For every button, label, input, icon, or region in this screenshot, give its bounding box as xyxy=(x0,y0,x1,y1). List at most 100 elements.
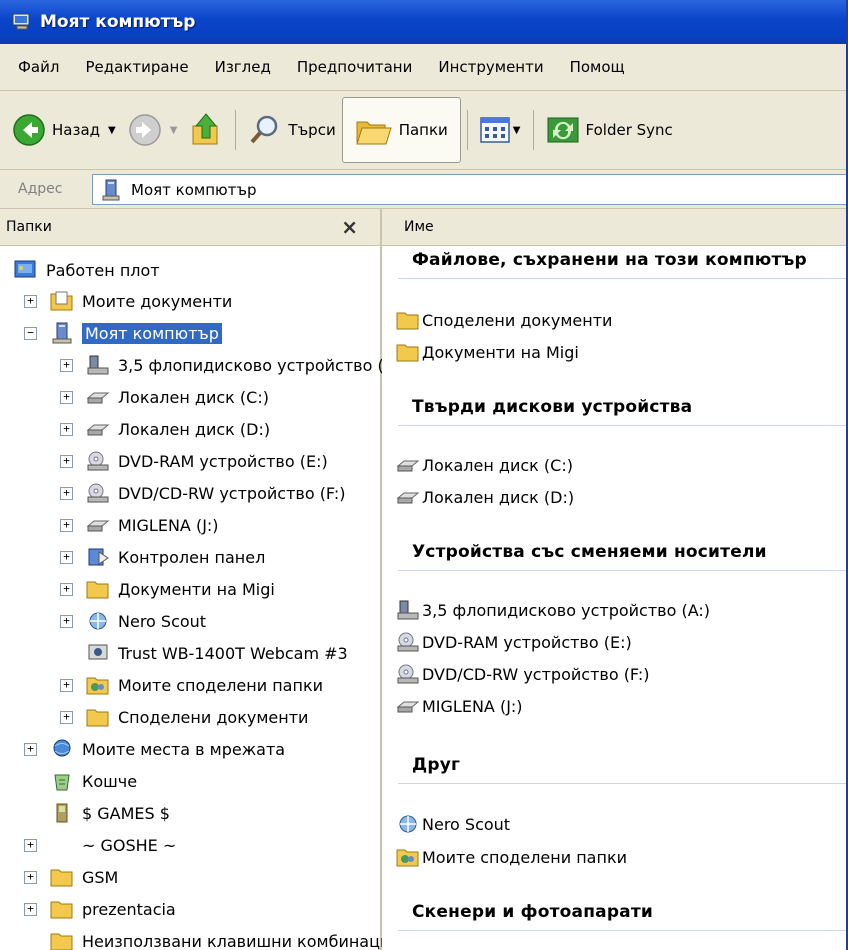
tree-item-network-places[interactable]: Моите места в мрежата xyxy=(50,734,285,764)
search-icon xyxy=(250,115,278,144)
search-button[interactable]: Търси xyxy=(242,102,341,158)
expand-toggle[interactable]: + xyxy=(60,519,73,532)
tree-item-dvd-ram[interactable]: DVD-RAM устройство (E:) xyxy=(86,446,328,476)
views-icon xyxy=(480,117,510,143)
nero-scout-icon xyxy=(399,815,417,833)
tree-item-migi-documents[interactable]: Документи на Migi xyxy=(86,574,275,604)
toolbar-separator xyxy=(466,110,468,150)
expand-toggle[interactable]: + xyxy=(60,583,73,596)
forward-button[interactable]: ▼ xyxy=(122,102,184,158)
expand-toggle[interactable]: + xyxy=(60,423,73,436)
list-item[interactable]: Документи на Migi xyxy=(396,337,579,367)
expand-toggle[interactable]: + xyxy=(24,903,37,916)
tree-item-floppy[interactable]: 3,5 флопидисково устройство (A:) xyxy=(86,350,406,380)
my-computer-icon xyxy=(52,322,72,344)
close-icon[interactable]: × xyxy=(341,215,358,239)
blank-icon xyxy=(50,834,74,856)
folder-icon xyxy=(50,869,73,887)
recycle-bin-icon xyxy=(54,774,70,791)
nero-scout-icon xyxy=(89,612,107,630)
tree-item-control-panel[interactable]: Контролен панел xyxy=(86,542,265,572)
menu-favorites[interactable]: Предпочитани xyxy=(284,52,425,82)
tree-item-my-computer[interactable]: Моят компютър xyxy=(50,318,222,348)
tree-item-unused-shortcuts[interactable]: Неизползвани клавишни комбинации xyxy=(50,926,401,950)
column-name[interactable]: Име xyxy=(404,219,434,235)
menu-file[interactable]: Файл xyxy=(0,52,72,82)
group-divider xyxy=(398,783,848,784)
tree-item-webcam[interactable]: Trust WB-1400T Webcam #3 xyxy=(86,638,348,668)
tree-item-local-disk-c[interactable]: Локален диск (C:) xyxy=(86,382,269,412)
folder-icon xyxy=(396,344,419,362)
network-places-icon xyxy=(53,739,71,757)
title-bar[interactable]: Моят компютър xyxy=(0,0,848,44)
group-header: Файлове, съхранени на този компютър xyxy=(382,247,848,281)
tree-item-shared-documents[interactable]: Споделени документи xyxy=(86,702,308,732)
expand-toggle[interactable]: + xyxy=(60,487,73,500)
expand-toggle[interactable]: + xyxy=(60,615,73,628)
hard-disk-icon xyxy=(396,460,420,472)
folder-sync-button[interactable]: Folder Sync xyxy=(540,102,679,158)
tree-item-prezentacia[interactable]: prezentacia xyxy=(50,894,176,924)
folder-icon xyxy=(86,709,109,727)
expand-toggle[interactable]: + xyxy=(24,743,37,756)
tree-item-gsm[interactable]: GSM xyxy=(50,862,118,892)
folder-sync-icon xyxy=(547,117,578,143)
list-item[interactable]: DVD/CD-RW устройство (F:) xyxy=(396,659,650,689)
list-item[interactable]: Локален диск (D:) xyxy=(396,482,574,512)
folder-sync-label: Folder Sync xyxy=(585,121,673,139)
expand-toggle[interactable]: + xyxy=(24,871,37,884)
dvd-drive-icon xyxy=(397,664,419,684)
back-button[interactable]: Назад ▼ xyxy=(6,102,122,158)
up-button[interactable] xyxy=(183,102,229,158)
list-item[interactable]: DVD-RAM устройство (E:) xyxy=(396,627,632,657)
my-computer-icon xyxy=(102,179,120,200)
forward-dropdown-icon[interactable]: ▼ xyxy=(170,125,178,136)
expand-toggle[interactable]: + xyxy=(60,391,73,404)
address-field[interactable]: Моят компютър xyxy=(92,174,848,205)
folder-icon xyxy=(86,581,109,599)
tree-item-dvd-cd-rw[interactable]: DVD/CD-RW устройство (F:) xyxy=(86,478,346,508)
list-item[interactable]: Споделени документи xyxy=(396,305,612,335)
list-item[interactable]: MIGLENA (J:) xyxy=(396,691,523,721)
list-item[interactable]: 3,5 флопидисково устройство (A:) xyxy=(396,595,710,625)
collapse-toggle[interactable]: − xyxy=(24,327,37,340)
floppy-drive-icon xyxy=(87,355,109,375)
my-computer-icon xyxy=(12,13,30,30)
group-divider xyxy=(398,930,848,931)
list-item[interactable]: Моите споделени папки xyxy=(396,842,627,872)
column-header: Име xyxy=(382,209,848,246)
folders-button[interactable]: Папки xyxy=(341,97,461,163)
group-header: Скенери и фотоапарати xyxy=(382,899,848,933)
expand-toggle[interactable]: + xyxy=(60,679,73,692)
folders-pane-title: Папки xyxy=(6,219,52,235)
tree-item-miglena[interactable]: MIGLENA (J:) xyxy=(86,510,219,540)
menu-edit[interactable]: Редактиране xyxy=(72,52,201,82)
group-divider xyxy=(398,570,848,571)
tree-item-desktop[interactable]: Работен плот xyxy=(14,255,160,285)
expand-toggle[interactable]: + xyxy=(60,455,73,468)
expand-toggle[interactable]: + xyxy=(24,295,37,308)
expand-toggle[interactable]: + xyxy=(60,711,73,724)
menu-help[interactable]: Помощ xyxy=(557,52,638,82)
views-dropdown-icon[interactable]: ▼ xyxy=(513,125,521,136)
menu-view[interactable]: Изглед xyxy=(202,52,284,82)
expand-toggle[interactable]: + xyxy=(60,359,73,372)
hard-disk-icon xyxy=(396,492,420,504)
tree-item-my-documents[interactable]: Моите документи xyxy=(50,286,232,316)
tree-item-local-disk-d[interactable]: Локален диск (D:) xyxy=(86,414,270,444)
dvd-drive-icon xyxy=(397,632,419,652)
menu-tools[interactable]: Инструменти xyxy=(425,52,556,82)
list-item[interactable]: Локален диск (C:) xyxy=(396,450,573,480)
tree-item-recycle-bin[interactable]: Кошче xyxy=(50,766,137,796)
list-item[interactable]: Nero Scout xyxy=(396,809,510,839)
dvd-drive-icon xyxy=(87,483,109,503)
tree-item-nero-scout[interactable]: Nero Scout xyxy=(86,606,206,636)
expand-toggle[interactable]: + xyxy=(24,839,37,852)
expand-toggle[interactable]: + xyxy=(60,551,73,564)
tree-item-goshe[interactable]: ~ GOSHE ~ xyxy=(50,830,176,860)
tree-item-shared-folders[interactable]: Моите споделени папки xyxy=(86,670,323,700)
views-button[interactable]: ▼ xyxy=(474,102,527,158)
back-dropdown-icon[interactable]: ▼ xyxy=(108,125,116,136)
toolbar-separator xyxy=(532,110,534,150)
tree-item-games[interactable]: $ GAMES $ xyxy=(50,798,170,828)
